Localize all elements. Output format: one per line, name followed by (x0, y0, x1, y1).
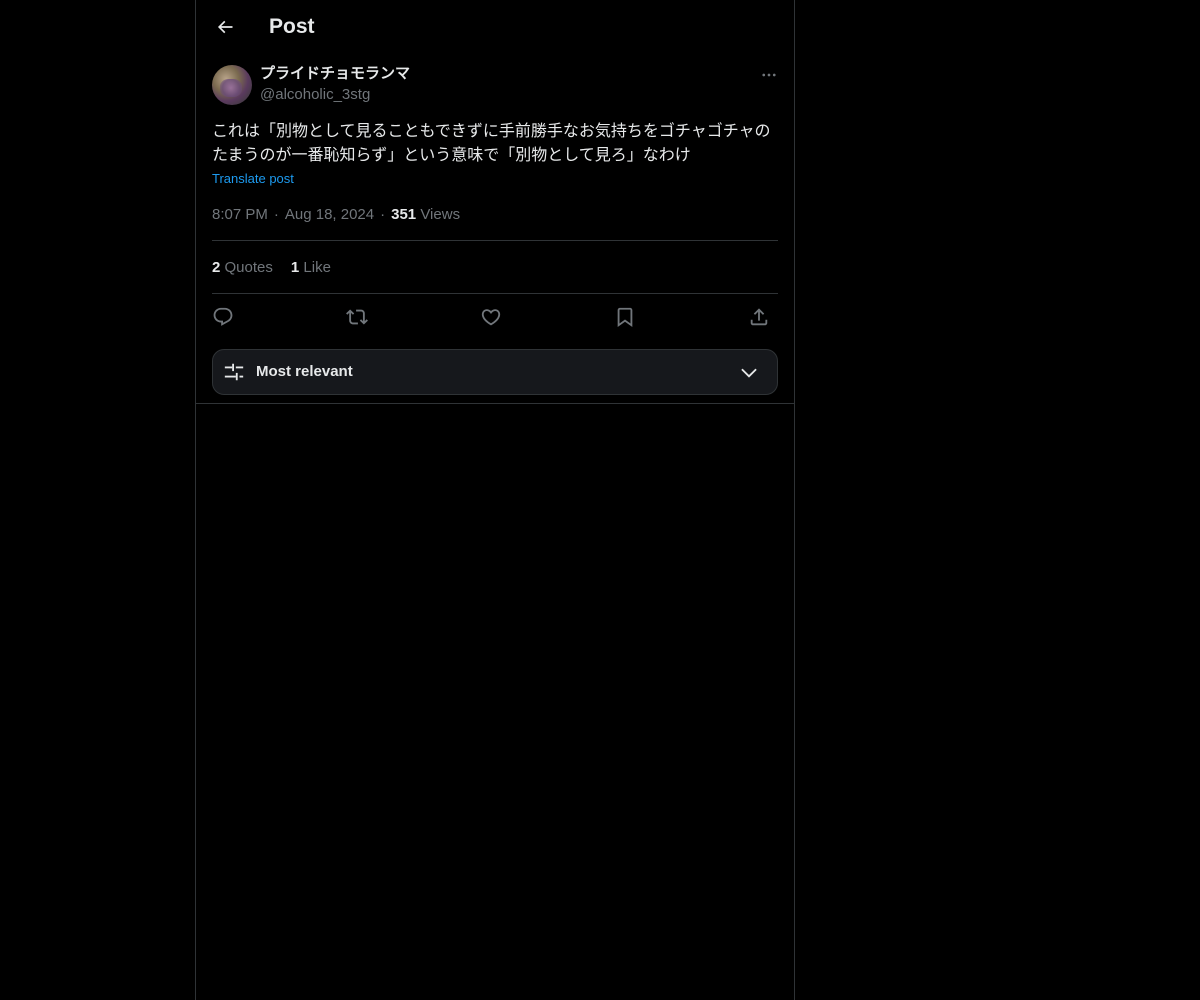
sliders-icon (223, 361, 245, 383)
quotes-count: 2 (212, 259, 221, 276)
views-label: Views (420, 206, 461, 223)
quotes-stat[interactable]: 2 Quotes (212, 259, 273, 276)
likes-label: Like (303, 259, 331, 276)
views-count: 351 (391, 206, 417, 223)
reply-icon (212, 306, 234, 328)
post-detail-column: Post プライドチョモランマ @alcoholic_3stg これは「別物とし… (195, 0, 795, 1000)
meta-separator: · (380, 206, 386, 223)
sort-label: Most relevant (256, 363, 353, 380)
like-button[interactable] (476, 303, 506, 331)
reply-button[interactable] (208, 303, 238, 331)
avatar[interactable] (212, 65, 252, 105)
post-meta: 8:07 PM · Aug 18, 2024 · 351 Views (212, 205, 460, 225)
likes-count: 1 (290, 259, 300, 276)
chevron-down-icon (739, 363, 759, 383)
post-text: これは「別物として見ることもできずに手前勝手なお気持ちをゴチャゴチャのたまうのが… (212, 121, 771, 164)
more-horizontal-icon (760, 66, 778, 84)
post-time[interactable]: 8:07 PM (212, 206, 268, 223)
share-button[interactable] (744, 303, 774, 331)
divider (212, 293, 778, 294)
back-button[interactable] (208, 10, 242, 44)
more-options-button[interactable] (754, 64, 784, 86)
bookmark-button[interactable] (610, 303, 640, 331)
post-date[interactable]: Aug 18, 2024 (285, 206, 374, 223)
arrow-left-icon (215, 17, 235, 37)
meta-separator: · (273, 206, 279, 223)
share-icon (748, 306, 770, 328)
page-header: Post (196, 0, 794, 54)
divider (212, 240, 778, 241)
page-title: Post (269, 15, 315, 38)
like-icon (480, 306, 502, 328)
likes-stat[interactable]: 1 Like (291, 259, 331, 276)
sort-replies-dropdown[interactable]: Most relevant (212, 349, 778, 395)
repost-button[interactable] (342, 303, 372, 331)
translate-post-link[interactable]: Translate post (212, 171, 294, 187)
quotes-label: Quotes (224, 259, 273, 276)
post-stats: 2 Quotes 1 Like (212, 258, 349, 278)
post-actions (212, 303, 778, 331)
bookmark-icon (614, 306, 636, 328)
author-handle[interactable]: @alcoholic_3stg (260, 85, 370, 105)
repost-icon (346, 306, 368, 328)
author-display-name[interactable]: プライドチョモランマ (260, 64, 410, 84)
divider (196, 403, 794, 404)
